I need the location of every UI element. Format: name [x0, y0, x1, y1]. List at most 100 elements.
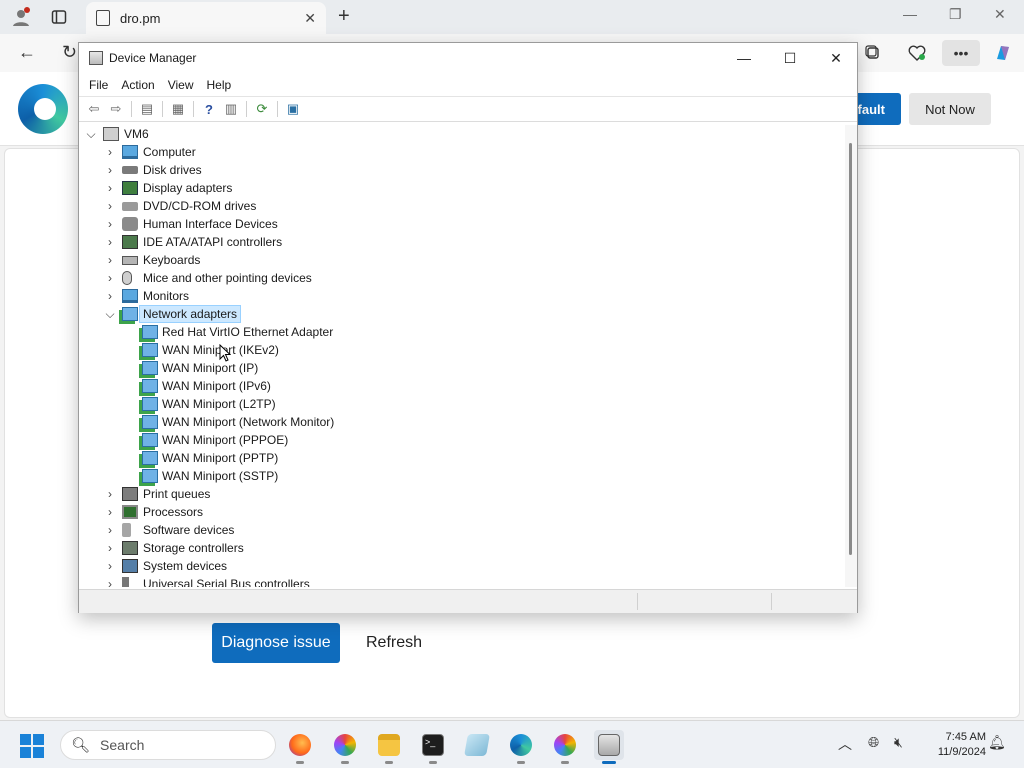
disk-drive-icon	[122, 166, 138, 174]
category-label: Computer	[143, 145, 196, 159]
device-manager-taskbar-icon[interactable]	[594, 730, 624, 764]
category-label: Human Interface Devices	[143, 217, 278, 231]
tab-actions-icon[interactable]	[48, 6, 70, 28]
copilot-icon[interactable]	[988, 40, 1018, 66]
chevron-down-icon[interactable]: ⌵	[105, 305, 115, 323]
category-label: Network adapters	[139, 305, 242, 323]
app-icon[interactable]	[550, 730, 580, 764]
chevron-right-icon[interactable]: ›	[105, 269, 115, 287]
chevron-right-icon[interactable]: ›	[105, 503, 115, 521]
printer-icon	[122, 487, 138, 501]
restore-icon[interactable]: ❐	[949, 6, 962, 23]
computer-icon	[122, 145, 138, 159]
app-icon[interactable]	[330, 730, 360, 764]
chevron-down-icon[interactable]: ⌵	[86, 125, 96, 143]
system-device-icon	[122, 559, 138, 573]
notepad-icon[interactable]	[462, 730, 492, 760]
chevron-right-icon[interactable]: ›	[105, 251, 115, 269]
device-tree[interactable]: ⌵ VM6 › Computer › Disk drives › Display adap…	[80, 125, 846, 587]
status-bar	[79, 589, 857, 613]
close-icon[interactable]: ✕	[825, 49, 847, 67]
chevron-right-icon[interactable]: ›	[105, 143, 115, 161]
category-label: Keyboards	[143, 253, 201, 267]
refresh-button[interactable]: Refresh	[352, 623, 436, 663]
edge-app-icon[interactable]	[506, 730, 536, 764]
forward-arrow-icon[interactable]: ⇨	[107, 100, 125, 118]
volume-muted-icon[interactable]: 🔇︎	[894, 734, 903, 751]
chevron-right-icon[interactable]: ›	[105, 215, 115, 233]
chevron-right-icon[interactable]: ›	[105, 179, 115, 197]
category-label: Processors	[143, 505, 204, 519]
not-now-button[interactable]: Not Now	[909, 93, 991, 125]
chevron-right-icon[interactable]: ›	[105, 485, 115, 503]
system-clock[interactable]: 7:45 AM 11/9/2024	[920, 730, 986, 760]
update-driver-icon[interactable]: ⟳	[253, 100, 271, 118]
properties-icon[interactable]: ▦	[169, 100, 187, 118]
chevron-right-icon[interactable]: ›	[105, 161, 115, 179]
category-label: DVD/CD-ROM drives	[143, 199, 257, 213]
category-label: Display adapters	[143, 181, 233, 195]
back-icon[interactable]: ←	[18, 42, 36, 63]
minimize-icon[interactable]: —	[733, 49, 755, 67]
close-window-icon[interactable]: ✕	[994, 6, 1006, 23]
profile-icon[interactable]	[10, 6, 32, 28]
toolbar-separator	[246, 101, 247, 117]
edge-logo-icon	[18, 84, 68, 134]
chevron-right-icon[interactable]: ›	[105, 197, 115, 215]
show-hidden-icons-chevron-up-icon[interactable]: ︿	[838, 734, 852, 754]
show-hide-console-tree-icon[interactable]: ▤	[138, 100, 156, 118]
window-title-bar[interactable]: Device Manager — ☐ ✕	[79, 43, 857, 73]
more-options-icon[interactable]: •••	[942, 40, 980, 66]
minimize-icon[interactable]: —	[903, 6, 917, 22]
device-label: WAN Miniport (IP)	[162, 361, 259, 375]
collections-icon[interactable]	[858, 40, 888, 66]
network-adapter-icon	[142, 397, 158, 411]
category-label: Monitors	[143, 289, 190, 303]
device-label: WAN Miniport (IPv6)	[162, 379, 271, 393]
network-globe-icon[interactable]: 🌐︎	[868, 734, 879, 751]
usb-icon	[122, 577, 129, 587]
menu-file[interactable]: File	[89, 78, 108, 92]
chevron-right-icon[interactable]: ›	[105, 287, 115, 305]
hid-icon	[122, 217, 138, 231]
category-label: Software devices	[143, 523, 235, 537]
maximize-icon[interactable]: ☐	[779, 49, 801, 67]
back-arrow-icon[interactable]: ⇦	[85, 100, 103, 118]
menu-view[interactable]: View	[168, 78, 194, 92]
display-adapter-icon	[122, 181, 138, 195]
category-label: IDE ATA/ATAPI controllers	[143, 235, 283, 249]
new-tab-button[interactable]: +	[338, 5, 350, 28]
help-icon[interactable]: ?	[200, 100, 218, 118]
page-icon	[96, 10, 110, 26]
menu-action[interactable]: Action	[121, 78, 154, 92]
export-list-icon[interactable]: ▥	[222, 100, 240, 118]
vertical-scrollbar[interactable]	[845, 125, 857, 587]
chevron-right-icon[interactable]: ›	[105, 575, 115, 587]
taskbar-search-box[interactable]: 🔍︎ Search	[60, 730, 276, 760]
notification-bell-icon[interactable]: 🔔︎	[988, 734, 1006, 751]
browser-essentials-icon[interactable]	[902, 40, 932, 66]
reload-icon[interactable]: ↻	[62, 42, 77, 63]
scan-hardware-icon[interactable]: ▣	[284, 100, 302, 118]
close-tab-icon[interactable]: ✕	[304, 10, 316, 27]
tab-title: dro.pm	[120, 10, 161, 26]
file-explorer-icon[interactable]	[374, 730, 404, 764]
browser-tab[interactable]: dro.pm ✕	[86, 2, 326, 34]
chevron-right-icon[interactable]: ›	[105, 539, 115, 557]
diagnose-issue-button[interactable]: Diagnose issue	[212, 623, 340, 663]
terminal-icon[interactable]: >_	[418, 730, 448, 764]
menu-help[interactable]: Help	[207, 78, 232, 92]
windows-start-icon[interactable]	[20, 734, 44, 758]
network-adapter-icon	[142, 379, 158, 393]
chevron-right-icon[interactable]: ›	[105, 557, 115, 575]
browser-tab-bar: dro.pm ✕ + — ❐ ✕	[0, 0, 1024, 34]
network-adapter-icon	[142, 451, 158, 465]
scrollbar-thumb[interactable]	[849, 143, 852, 555]
firefox-app-icon[interactable]	[285, 730, 315, 764]
toolbar-separator	[162, 101, 163, 117]
chevron-right-icon[interactable]: ›	[105, 233, 115, 251]
chevron-right-icon[interactable]: ›	[105, 521, 115, 539]
search-placeholder: Search	[100, 737, 145, 753]
processor-icon	[122, 505, 138, 519]
mouse-cursor-icon	[219, 344, 231, 362]
